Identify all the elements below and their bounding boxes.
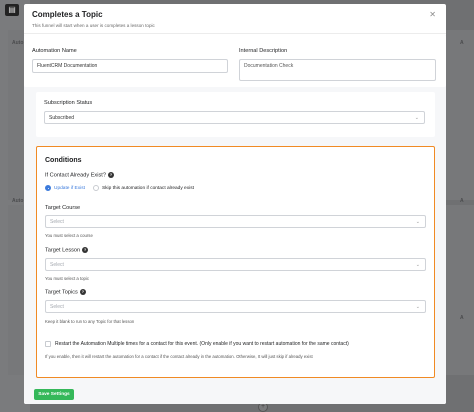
target-topics-placeholder: Select — [50, 303, 64, 310]
internal-description-textarea[interactable]: Documentation Check — [239, 59, 436, 81]
radio-skip-automation[interactable]: Skip this automation if contact already … — [92, 185, 194, 191]
automation-name-value: FluentCRM Documentation — [37, 63, 98, 69]
help-icon[interactable]: ? — [79, 289, 86, 295]
modal-title: Completes a Topic — [32, 10, 103, 19]
save-settings-button[interactable]: Save Settings — [34, 389, 74, 400]
automation-name-label: Automation Name — [32, 48, 77, 54]
app-logo-icon: ▤ — [5, 4, 19, 16]
radio-skip-label: Skip this automation if contact already … — [101, 185, 194, 191]
target-topics-label: Target Topics? — [45, 289, 86, 295]
target-course-label: Target Course — [45, 205, 81, 211]
chevron-down-icon: ⌄ — [415, 261, 420, 268]
conditions-section: Conditions If Contact Already Exist?? Up… — [36, 146, 435, 378]
restart-automation-checkbox[interactable] — [45, 341, 51, 347]
modal-body: Automation Name FluentCRM Documentation … — [24, 35, 446, 404]
completes-topic-modal: Completes a Topic This funnel will start… — [24, 4, 446, 404]
background-label: A — [460, 198, 464, 204]
background-label: Auto — [12, 40, 24, 46]
restart-automation-hint: If you enable, then it will restart the … — [45, 354, 313, 359]
basic-settings-card: Automation Name FluentCRM Documentation … — [24, 35, 446, 87]
target-course-hint: You must select a course — [45, 233, 93, 238]
conditions-title: Conditions — [45, 157, 82, 164]
target-course-select[interactable]: Select ⌄ — [45, 215, 426, 228]
chevron-down-icon: ⌄ — [415, 218, 420, 225]
subscription-status-value: Subscribed — [49, 114, 75, 121]
if-contact-exists-text: If Contact Already Exist? — [45, 172, 106, 179]
target-lesson-placeholder: Select — [50, 261, 64, 268]
target-topics-hint: Keep it blank to run to any Topic for th… — [45, 319, 135, 324]
target-lesson-label: Target Lesson? — [45, 247, 89, 254]
modal-header: Completes a Topic This funnel will start… — [24, 4, 446, 34]
chevron-down-icon: ⌄ — [414, 114, 419, 121]
target-topics-select[interactable]: Select ⌄ — [45, 300, 426, 313]
help-icon[interactable]: ? — [107, 172, 114, 178]
radio-selected-icon — [45, 185, 51, 191]
internal-description-value: Documentation Check — [244, 63, 294, 69]
restart-automation-label: Restart the Automation Multiple times fo… — [55, 341, 349, 347]
radio-unselected-icon — [92, 185, 99, 191]
help-icon[interactable]: ? — [82, 247, 89, 253]
target-lesson-select[interactable]: Select ⌄ — [45, 258, 426, 271]
close-icon[interactable]: ✕ — [429, 10, 436, 19]
background-label: A — [460, 315, 464, 321]
target-lesson-text: Target Lesson — [45, 247, 81, 254]
automation-name-input[interactable]: FluentCRM Documentation — [32, 59, 228, 73]
target-course-placeholder: Select — [50, 218, 64, 225]
target-topics-text: Target Topics — [45, 289, 78, 296]
subscription-status-card: Subscription Status Subscribed ⌄ — [36, 92, 435, 137]
internal-description-label: Internal Description — [239, 48, 288, 54]
background-label: Auto — [12, 198, 24, 204]
background-label: A — [460, 40, 464, 46]
modal-subtitle: This funnel will start when a user is co… — [32, 23, 155, 28]
chevron-down-icon: ⌄ — [415, 303, 420, 310]
target-lesson-hint: You must select a topic — [45, 276, 90, 281]
if-contact-exists-label: If Contact Already Exist?? — [45, 172, 114, 178]
radio-update-label: Update if Exist — [54, 185, 85, 191]
if-exists-radio-group: Update if Exist Skip this automation if … — [45, 185, 194, 191]
radio-update-if-exist[interactable]: Update if Exist — [45, 185, 85, 191]
subscription-status-label: Subscription Status — [44, 100, 93, 106]
subscription-status-select[interactable]: Subscribed ⌄ — [44, 111, 425, 124]
